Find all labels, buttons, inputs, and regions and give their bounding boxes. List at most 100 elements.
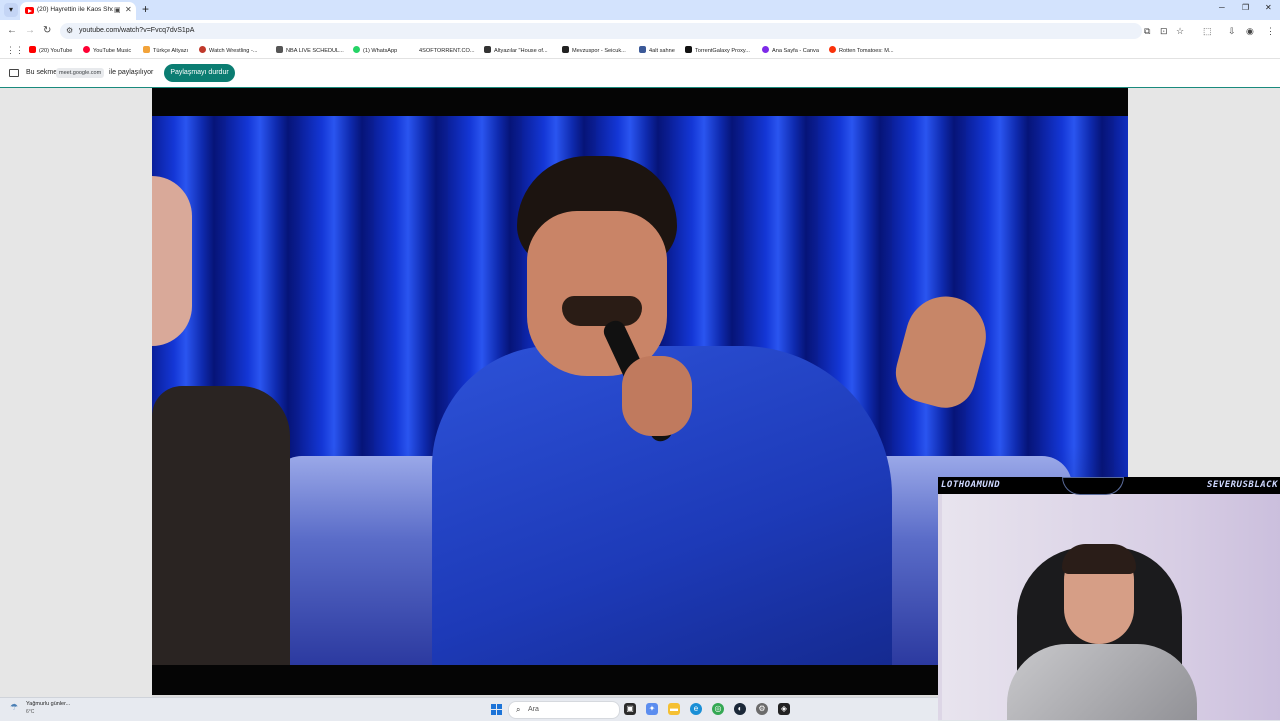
tomato-icon — [829, 46, 836, 53]
file-explorer-icon[interactable]: ▬ — [668, 703, 680, 715]
copilot-icon[interactable]: ✦ — [646, 703, 658, 715]
minimize-icon[interactable]: ─ — [1219, 3, 1225, 12]
webcam-left-name: LOTHOAMUND — [941, 480, 1001, 490]
bookmark-item[interactable]: NBA LIVE SCHEDUL... — [276, 46, 344, 54]
bookmark-label: (1) WhatsApp — [363, 48, 398, 54]
search-icon: ⌕ — [516, 705, 521, 714]
guest-face — [527, 211, 667, 376]
person-left-shape — [152, 176, 292, 665]
bookmark-item[interactable]: Türkçe Altyazı — [143, 46, 188, 54]
chrome-icon[interactable]: ◎ — [712, 703, 724, 715]
bookmark-label: TorrentGalaxy Proxy... — [695, 48, 750, 54]
canva-icon — [762, 46, 769, 53]
forward-icon[interactable]: → — [25, 25, 35, 37]
weather-text[interactable]: Yağmurlu günler... — [26, 701, 70, 707]
page-margin-left — [0, 88, 152, 698]
tab-active[interactable]: (20) Hayrettin ile Kaos Show... ▣ ✕ — [20, 2, 136, 20]
bookmark-label: Ana Sayfa - Canva — [772, 48, 819, 54]
settings-icon[interactable]: ⚙ — [756, 703, 768, 715]
tab-search-icon[interactable]: ▾ — [4, 3, 18, 17]
close-window-icon[interactable]: ✕ — [1265, 3, 1272, 12]
bookmark-favicon-icon — [276, 46, 283, 53]
bookmark-item[interactable]: Altyazılar "House of... — [484, 46, 548, 54]
bookmark-favicon-icon — [685, 46, 692, 53]
webcam-overlay: LOTHOAMUND SEVERUSBLACK — [938, 477, 1280, 720]
bookmark-item[interactable]: Mevzuspor - Seicuk... — [562, 46, 626, 54]
site-info-icon[interactable]: ⚙ — [66, 26, 73, 35]
webcam-right-name: SEVERUSBLACK — [1206, 480, 1278, 490]
youtube-icon — [25, 7, 34, 14]
share-prefix: Bu sekme — [26, 69, 58, 76]
bookmark-label: 4alt sahne — [649, 48, 675, 54]
bookmark-favicon-icon — [143, 46, 150, 53]
webcam-emblem-icon — [1062, 477, 1124, 495]
person-left-body — [152, 386, 290, 665]
bookmark-item[interactable]: 4alt sahne — [639, 46, 675, 54]
bookmark-item[interactable]: YouTube Music — [83, 46, 131, 54]
downloads-icon[interactable]: ⇩ — [1228, 26, 1236, 36]
bookmarks-bar: ⋮⋮ (20) YouTube YouTube Music Türkçe Alt… — [0, 42, 1280, 59]
url-text[interactable]: youtube.com/watch?v=Fvcq7dvS1pA — [79, 27, 194, 34]
shared-site-chip: meet.google.com — [56, 68, 105, 78]
bookmark-item[interactable]: TorrentGalaxy Proxy... — [685, 46, 750, 54]
taskbar-search-input[interactable]: ⌕ Ara — [508, 701, 620, 719]
cast-icon[interactable]: ▣ — [114, 6, 121, 14]
bookmark-favicon-icon — [409, 46, 416, 53]
reload-icon[interactable]: ↻ — [43, 25, 51, 37]
screen-share-icon — [9, 69, 19, 77]
bookmark-label: Türkçe Altyazı — [153, 48, 189, 54]
new-tab-button[interactable]: + — [142, 2, 149, 16]
streamer-body — [1007, 644, 1197, 720]
guest-raised-hand — [889, 287, 995, 415]
windows-taskbar: ☂ Yağmurlu günler... 6°C ⌕ Ara ▣ ✦ ▬ e ◎… — [0, 697, 938, 721]
steam-icon[interactable]: ◐ — [734, 703, 746, 715]
guest-mustache — [562, 296, 642, 326]
page-margin-right — [1128, 88, 1280, 478]
weather-temperature: 6°C — [26, 709, 35, 715]
address-bar[interactable]: ⚙ youtube.com/watch?v=Fvcq7dvS1pA ⧉ ⊡ ☆ — [60, 23, 1184, 39]
translate-icon[interactable]: ⧉ — [1144, 26, 1150, 36]
bookmark-label: Rotten Tomatoes: M... — [839, 48, 894, 54]
search-placeholder: Ara — [528, 706, 539, 713]
bookmark-favicon-icon — [83, 46, 90, 53]
game-app-icon[interactable]: ◈ — [778, 703, 790, 715]
guest-hand — [622, 356, 692, 436]
bookmark-label: (20) YouTube — [39, 48, 73, 54]
guest-shape — [432, 156, 995, 665]
bookmark-label: NBA LIVE SCHEDUL... — [286, 48, 344, 54]
profile-icon[interactable]: ◉ — [1246, 26, 1254, 36]
tab-strip: ▾ (20) Hayrettin ile Kaos Show... ▣ ✕ + … — [0, 0, 1280, 20]
bookmark-item[interactable]: (20) YouTube — [29, 46, 72, 54]
bookmark-item[interactable]: Rotten Tomatoes: M... — [829, 46, 894, 54]
bookmark-item[interactable]: (1) WhatsApp — [353, 46, 397, 54]
edge-icon[interactable]: e — [690, 703, 702, 715]
close-tab-icon[interactable]: ✕ — [125, 5, 132, 14]
bookmark-item[interactable]: 4SOFTORRENT.CO... — [409, 46, 475, 54]
windows-start-icon[interactable] — [491, 704, 502, 715]
whatsapp-icon — [353, 46, 360, 53]
extensions-icon[interactable]: ⬚ — [1203, 26, 1212, 36]
apps-grid-icon[interactable]: ⋮⋮ — [6, 45, 24, 56]
back-icon[interactable]: ← — [7, 25, 17, 37]
person-left-head — [152, 176, 192, 346]
bookmark-label: Watch Wrestling -... — [209, 48, 258, 54]
bookmark-favicon-icon — [562, 46, 569, 53]
menu-icon[interactable]: ⋮ — [1266, 26, 1275, 36]
webcam-name-bar: LOTHOAMUND SEVERUSBLACK — [938, 477, 1280, 495]
bookmark-label: Mevzuspor - Seicuk... — [572, 48, 626, 54]
streamer-hair — [1062, 544, 1136, 574]
tab-title: (20) Hayrettin ile Kaos Show... — [37, 6, 113, 13]
bookmark-item[interactable]: Ana Sayfa - Canva — [762, 46, 819, 54]
bookmark-item[interactable]: Watch Wrestling -... — [199, 46, 258, 54]
install-icon[interactable]: ⊡ — [1160, 26, 1168, 36]
stop-sharing-button[interactable]: Paylaşmayı durdur — [164, 64, 235, 82]
bookmark-star-icon[interactable]: ☆ — [1176, 26, 1184, 36]
bookmark-favicon-icon — [484, 46, 491, 53]
bookmark-favicon-icon — [29, 46, 36, 53]
rain-cloud-icon[interactable]: ☂ — [10, 702, 18, 713]
browser-toolbar: ← → ↻ ⚙ youtube.com/watch?v=Fvcq7dvS1pA … — [0, 20, 1280, 42]
share-suffix: ile paylaşılıyor — [109, 69, 154, 76]
bookmark-favicon-icon — [199, 46, 206, 53]
task-view-icon[interactable]: ▣ — [624, 703, 636, 715]
restore-icon[interactable]: ❐ — [1242, 3, 1249, 12]
